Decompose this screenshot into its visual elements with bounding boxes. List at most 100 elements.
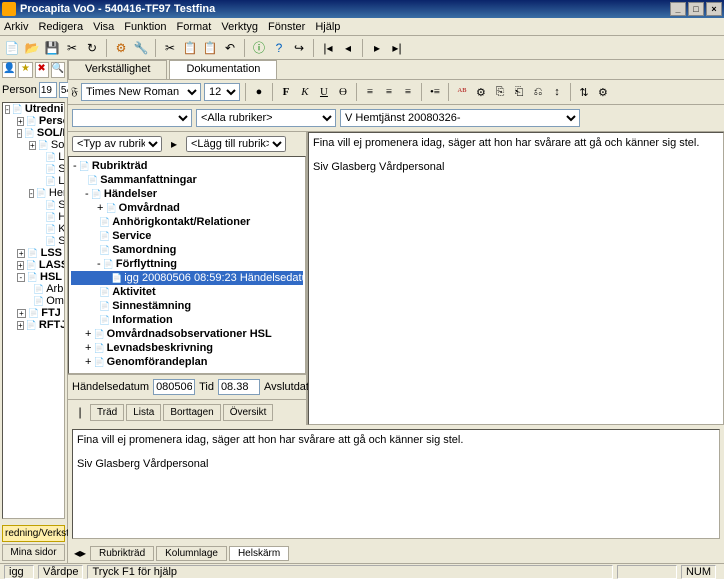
tree-item[interactable]: 📄Samordning — [71, 243, 303, 257]
maximize-button[interactable]: □ — [688, 2, 704, 16]
align-left-icon[interactable]: ≡ — [362, 84, 378, 100]
lp-search-icon[interactable]: 🔍 — [51, 62, 65, 78]
italic-button[interactable]: K — [297, 84, 313, 100]
tree-item[interactable]: +📄LSS — [3, 247, 64, 259]
tree-item[interactable]: 📄Sinnestämning — [71, 299, 303, 313]
tree-item[interactable]: +📄SoL — [3, 139, 64, 151]
undo-icon[interactable]: ↶ — [222, 40, 238, 56]
expand-icon[interactable]: + — [17, 321, 24, 330]
btn-redning[interactable]: redning/Verkställigh — [2, 525, 65, 542]
btab-kolumnlage[interactable]: Kolumnlage — [156, 546, 227, 561]
expand-icon[interactable]: + — [17, 309, 26, 318]
fmt-e-icon[interactable]: ⎌ — [530, 84, 546, 100]
combo-lagg-rubrik[interactable]: <Lägg till rubrik> — [186, 136, 286, 152]
tree-item[interactable]: +📄RFTJ — [3, 319, 64, 331]
tree-item[interactable]: 📄Anhörigkontakt/Relationer — [71, 215, 303, 229]
tree-item[interactable]: +📄Omvårdnad — [71, 201, 303, 215]
menu-arkiv[interactable]: Arkiv — [4, 21, 28, 33]
prev-icon[interactable]: ◂ — [340, 40, 356, 56]
bullets-icon[interactable]: •≡ — [427, 84, 443, 100]
expand-icon[interactable]: + — [17, 249, 25, 258]
expand-icon[interactable]: - — [17, 129, 22, 138]
fmt-f-icon[interactable]: ↕ — [549, 84, 565, 100]
tree-item[interactable]: -📄Her — [3, 187, 64, 199]
open-icon[interactable]: 📂 — [24, 40, 40, 56]
align-center-icon[interactable]: ≡ — [381, 84, 397, 100]
tree-item[interactable]: -📄Utredning — [3, 103, 64, 115]
menu-hjalp[interactable]: Hjälp — [315, 21, 340, 33]
btab-helskarm[interactable]: Helskärm — [229, 546, 289, 561]
save-icon[interactable]: 💾 — [44, 40, 60, 56]
lp-person-icon[interactable]: 👤 — [2, 62, 16, 78]
expand-icon[interactable]: + — [17, 261, 24, 270]
tree-item[interactable]: -📄Rubrikträd — [71, 159, 303, 173]
tree-item[interactable]: 📄SoL — [3, 163, 64, 175]
btn-mina-sidor[interactable]: Mina sidor — [2, 544, 65, 561]
font-name-select[interactable]: Times New Roman — [81, 83, 201, 101]
tab-verkstallighet[interactable]: Verkställighet — [68, 60, 167, 79]
last-icon[interactable]: ▸| — [389, 40, 405, 56]
refresh-icon[interactable]: ↻ — [84, 40, 100, 56]
strike-button[interactable]: Ɵ — [335, 84, 351, 100]
menu-format[interactable]: Format — [177, 21, 212, 33]
expand-icon[interactable]: + — [85, 342, 91, 354]
combo-rubriker[interactable]: <Alla rubriker> — [196, 109, 336, 127]
rubrik-tree[interactable]: -📄Rubrikträd📄Sammanfattningar-📄Händelser… — [68, 156, 306, 374]
bottom-nav-icon[interactable]: ◂▸ — [72, 545, 88, 561]
exit-icon[interactable]: ↪ — [291, 40, 307, 56]
document-text-top[interactable]: Fina vill ej promenera idag, säger att h… — [308, 132, 724, 425]
menu-verktyg[interactable]: Verktyg — [221, 21, 258, 33]
combo-typ-rubrik[interactable]: <Typ av rubrik> — [72, 136, 162, 152]
btab-rubriktrad[interactable]: Rubrikträd — [90, 546, 154, 561]
font-size-select[interactable]: 12 — [204, 83, 240, 101]
combo-hemtjanst[interactable]: V Hemtjänst 20080326- — [340, 109, 580, 127]
view-nav-icon[interactable]: | — [72, 404, 88, 420]
cut-icon[interactable]: ✂ — [64, 40, 80, 56]
fmt-h-icon[interactable]: ⚙ — [595, 84, 611, 100]
tree-item[interactable]: +📄FTJ — [3, 307, 64, 319]
left-tree[interactable]: -📄Utredning+📄Person-📄SOL/H+📄SoL📄Löp📄SoL📄… — [2, 102, 65, 519]
rubrik-add-icon[interactable]: ▸ — [166, 136, 182, 152]
person-field1[interactable] — [39, 82, 57, 98]
tree-item[interactable]: +📄Omvårdnadsobservationer HSL — [71, 327, 303, 341]
fmt-spell-icon[interactable]: ᴬᴮ — [454, 84, 470, 100]
cut2-icon[interactable]: ✂ — [162, 40, 178, 56]
expand-icon[interactable]: + — [97, 202, 103, 214]
handelsedatum-field[interactable] — [153, 379, 195, 395]
combo-1[interactable] — [72, 109, 192, 127]
expand-icon[interactable]: - — [29, 189, 34, 198]
close-button[interactable]: × — [706, 2, 722, 16]
expand-icon[interactable]: + — [29, 141, 36, 150]
menu-visa[interactable]: Visa — [93, 21, 114, 33]
tree-item[interactable]: 📄Löp — [3, 175, 64, 187]
expand-icon[interactable]: + — [85, 356, 91, 368]
menu-redigera[interactable]: Redigera — [38, 21, 83, 33]
tree-item[interactable]: -📄SOL/H — [3, 127, 64, 139]
expand-icon[interactable]: + — [85, 328, 91, 340]
tree-item[interactable]: 📄Information — [71, 313, 303, 327]
menu-funktion[interactable]: Funktion — [124, 21, 166, 33]
fmt-b-icon[interactable]: ⚙ — [473, 84, 489, 100]
tree-item[interactable]: 📄Kor — [3, 223, 64, 235]
tree-item[interactable]: 📄igg 20080506 08:59:23 Händelsedatum: 20… — [71, 271, 303, 285]
info-icon[interactable]: ⓘ — [251, 40, 267, 56]
tree-item[interactable]: -📄Händelser — [71, 187, 303, 201]
minimize-button[interactable]: _ — [670, 2, 686, 16]
tree-item[interactable]: +📄LASS — [3, 259, 64, 271]
tab-dokumentation[interactable]: Dokumentation — [169, 60, 277, 79]
tree-item[interactable]: +📄Genomförandeplan — [71, 355, 303, 369]
bold-button[interactable]: F — [278, 84, 294, 100]
tool-icon[interactable]: 🔧 — [133, 40, 149, 56]
color-icon[interactable]: ● — [251, 84, 267, 100]
lp-x-icon[interactable]: ✖ — [35, 62, 49, 78]
align-right-icon[interactable]: ≡ — [400, 84, 416, 100]
btn-oversikt[interactable]: Översikt — [223, 404, 274, 421]
gear-icon[interactable]: ⚙ — [113, 40, 129, 56]
document-text-bottom[interactable]: Fina vill ej promenera idag, säger att h… — [72, 429, 720, 539]
fmt-d-icon[interactable]: ⎗ — [511, 84, 527, 100]
tree-item[interactable]: -📄HSL — [3, 271, 64, 283]
tree-item[interactable]: -📄Förflyttning — [71, 257, 303, 271]
new-icon[interactable]: 📄 — [4, 40, 20, 56]
paste-icon[interactable]: 📋 — [202, 40, 218, 56]
tree-item[interactable]: 📄Sär — [3, 199, 64, 211]
